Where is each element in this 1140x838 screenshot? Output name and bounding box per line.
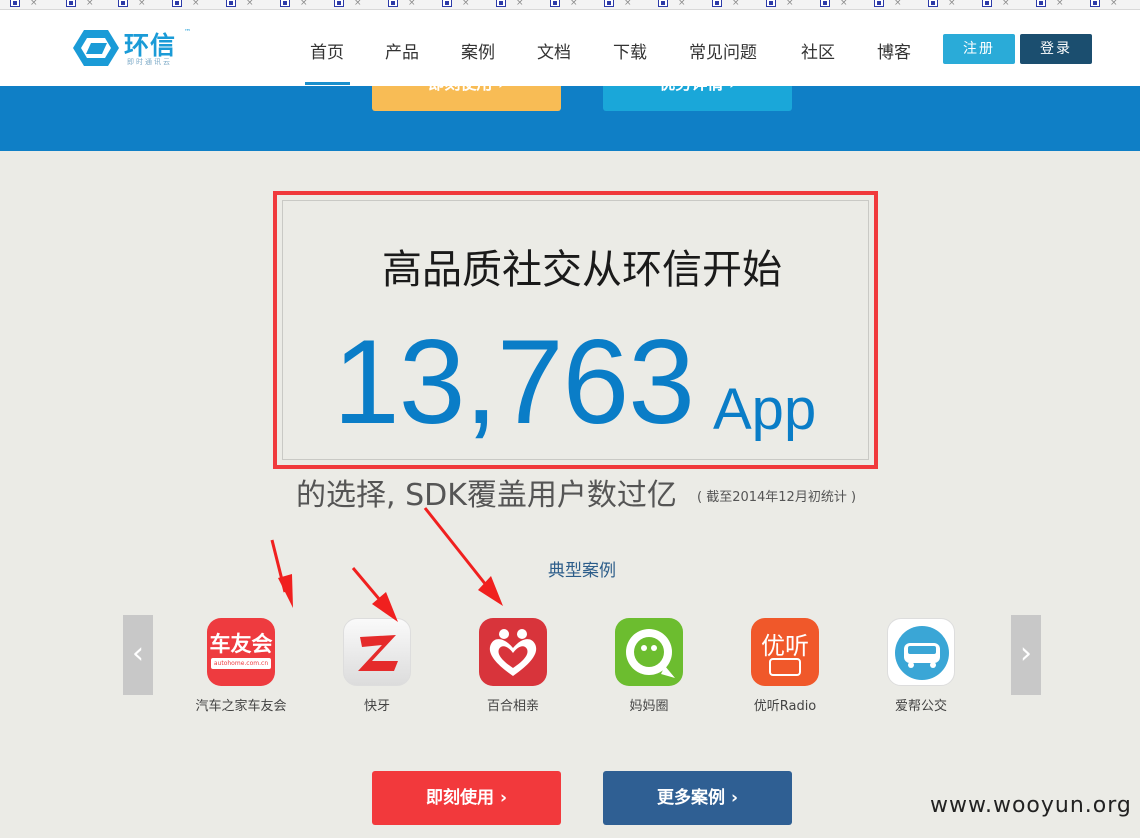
nav-active-indicator: [305, 82, 350, 85]
close-icon[interactable]: ×: [1056, 0, 1064, 8]
bookmark-icon[interactable]: [1090, 0, 1100, 7]
app-card-kuaiya[interactable]: 快牙: [302, 618, 452, 714]
register-button[interactable]: 注册: [943, 34, 1015, 64]
logo-subtitle: 即时通讯云: [127, 58, 172, 66]
app-label: 妈妈圈: [629, 699, 669, 714]
cases-section-title: 典型案例: [548, 561, 616, 581]
close-icon[interactable]: ×: [624, 0, 632, 8]
close-icon[interactable]: ×: [1002, 0, 1010, 8]
use-now-button[interactable]: 即刻使用 ›: [372, 771, 561, 825]
bookmark-icon[interactable]: [442, 0, 452, 7]
nav-item-download[interactable]: 下载: [613, 38, 647, 63]
nav-item-faq[interactable]: 常见问题: [689, 38, 757, 63]
app-count-number: 13,763: [333, 315, 695, 449]
aibang-app-icon: [887, 618, 955, 686]
nav-item-products[interactable]: 产品: [385, 38, 419, 63]
login-button[interactable]: 登录: [1020, 34, 1092, 64]
bookmark-icon[interactable]: [172, 0, 182, 7]
close-icon[interactable]: ×: [948, 0, 956, 8]
browser-bookmarks-bar: × × × × × × × × × × × × × × × × × × × × …: [0, 0, 1140, 10]
nav-item-home[interactable]: 首页: [310, 38, 344, 63]
close-icon[interactable]: ×: [354, 0, 362, 8]
close-icon[interactable]: ×: [840, 0, 848, 8]
bookmark-icon[interactable]: [820, 0, 830, 7]
app-card-youting[interactable]: 优听 优听Radio: [710, 618, 860, 714]
logo-trademark: ™: [184, 28, 191, 36]
bookmark-icon[interactable]: [874, 0, 884, 7]
app-label: 优听Radio: [753, 699, 817, 714]
autohome-icon-domain: autohome.com.cn: [211, 658, 271, 669]
page-headline: 高品质社交从环信开始: [382, 247, 782, 293]
youting-icon-text: 优听: [761, 632, 809, 660]
close-icon[interactable]: ×: [894, 0, 902, 8]
bookmark-icon[interactable]: [118, 0, 128, 7]
close-icon[interactable]: ×: [138, 0, 146, 8]
app-card-aibang[interactable]: 爱帮公交: [846, 618, 996, 714]
nav-item-cases[interactable]: 案例: [461, 38, 495, 63]
bookmark-icon[interactable]: [712, 0, 722, 7]
bookmark-icon[interactable]: [550, 0, 560, 7]
coverage-note: ( 截至2014年12月初统计 ): [697, 490, 857, 505]
coverage-text: 的选择, SDK覆盖用户数过亿: [296, 478, 677, 513]
close-icon[interactable]: ×: [678, 0, 686, 8]
app-count-unit: App: [713, 377, 817, 442]
close-icon[interactable]: ×: [192, 0, 200, 8]
logo[interactable]: 环信 ™ 即时通讯云: [72, 26, 192, 72]
radio-icon: [769, 658, 801, 676]
app-label: 百合相亲: [486, 699, 539, 714]
nav-item-blog[interactable]: 博客: [877, 38, 911, 63]
site-header: 环信 ™ 即时通讯云 首页 产品 案例 文档 下载 常见问题 社区 博客 注册 …: [0, 10, 1140, 86]
app-label: 汽车之家车友会: [195, 699, 287, 714]
bookmark-icon[interactable]: [280, 0, 290, 7]
nav-item-docs[interactable]: 文档: [537, 38, 571, 63]
app-card-baihe[interactable]: 百合相亲: [438, 618, 588, 714]
bookmark-icon[interactable]: [388, 0, 398, 7]
close-icon[interactable]: ×: [1110, 0, 1118, 8]
bookmark-icon[interactable]: [334, 0, 344, 7]
bookmark-icon[interactable]: [658, 0, 668, 7]
carousel-prev-button[interactable]: ‹: [123, 615, 153, 695]
nav-item-community[interactable]: 社区: [801, 38, 835, 63]
carousel-next-button[interactable]: ›: [1011, 615, 1041, 695]
close-icon[interactable]: ×: [570, 0, 578, 8]
close-icon[interactable]: ×: [86, 0, 94, 8]
youting-app-icon: 优听: [751, 618, 819, 686]
close-icon[interactable]: ×: [246, 0, 254, 8]
close-icon[interactable]: ×: [732, 0, 740, 8]
app-label: 快牙: [363, 699, 390, 714]
bookmark-icon[interactable]: [766, 0, 776, 7]
mamaquan-app-icon: [615, 618, 683, 686]
bookmark-icon[interactable]: [1036, 0, 1046, 7]
close-icon[interactable]: ×: [300, 0, 308, 8]
hero-use-now-button[interactable]: 即刻使用 ›: [372, 86, 561, 111]
kuaiya-app-icon: [343, 618, 411, 686]
close-icon[interactable]: ×: [30, 0, 38, 8]
close-icon[interactable]: ×: [462, 0, 470, 8]
more-cases-button[interactable]: 更多案例 ›: [603, 771, 792, 825]
autohome-icon-text: 车友会: [209, 632, 273, 656]
bookmark-icon[interactable]: [66, 0, 76, 7]
hero-advantages-button[interactable]: 优势详情 ›: [603, 86, 792, 111]
watermark: www.wooyun.org: [930, 793, 1132, 818]
bookmark-icon[interactable]: [496, 0, 506, 7]
bookmark-icon[interactable]: [226, 0, 236, 7]
close-icon[interactable]: ×: [408, 0, 416, 8]
logo-hexagon-icon: [73, 30, 119, 66]
close-icon[interactable]: ×: [786, 0, 794, 8]
close-icon[interactable]: ×: [516, 0, 524, 8]
hero-banner: 即刻使用 › 优势详情 ›: [0, 86, 1140, 151]
bookmark-icon[interactable]: [10, 0, 20, 7]
bookmark-icon[interactable]: [928, 0, 938, 7]
bookmark-icon[interactable]: [982, 0, 992, 7]
baihe-app-icon: [479, 618, 547, 686]
app-card-mamaquan[interactable]: 妈妈圈: [574, 618, 724, 714]
bookmark-icon[interactable]: [604, 0, 614, 7]
app-card-autohome[interactable]: 车友会 autohome.com.cn 汽车之家车友会: [166, 618, 316, 714]
autohome-app-icon: 车友会 autohome.com.cn: [207, 618, 275, 686]
app-label: 爱帮公交: [894, 699, 947, 714]
